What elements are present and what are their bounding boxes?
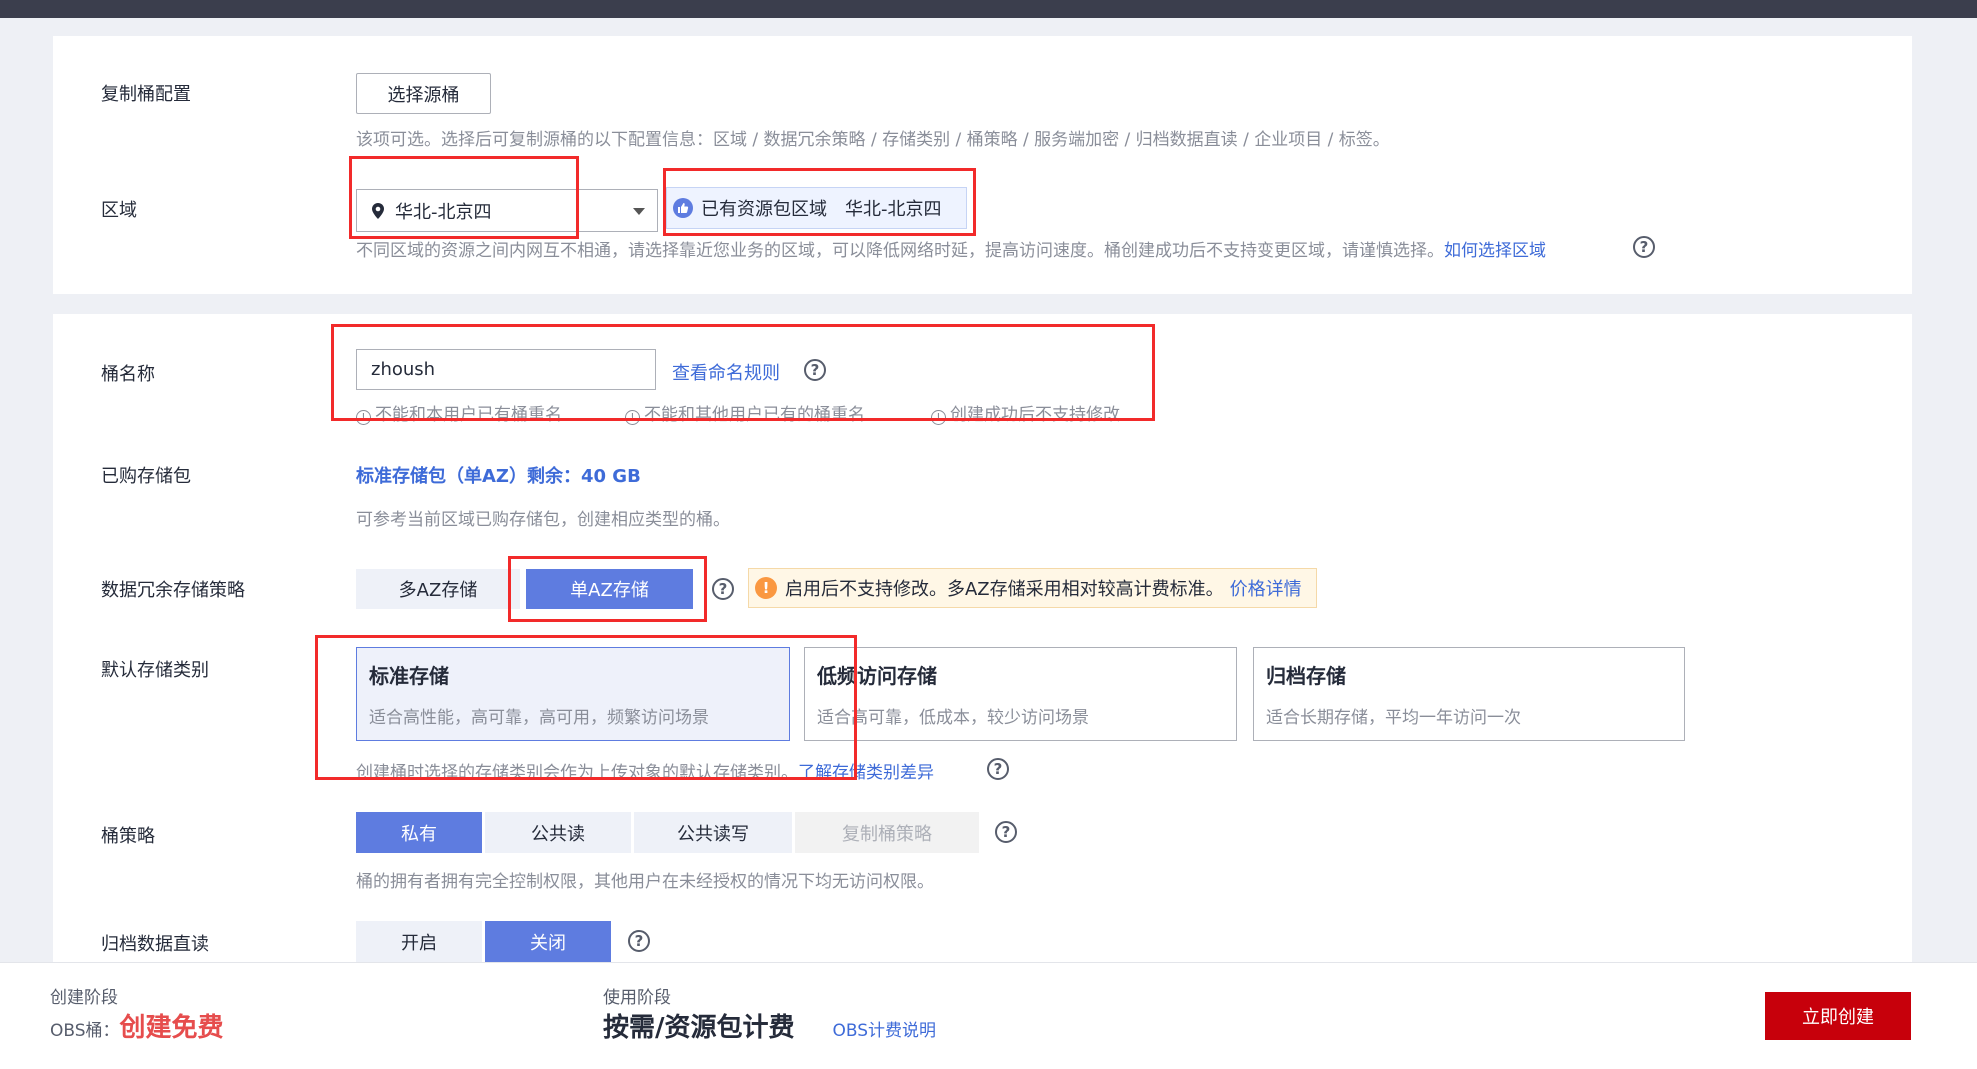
create-stage-label: 创建阶段 (50, 988, 118, 1008)
obs-create-price: OBS桶： 创建免费 (50, 1007, 224, 1044)
top-bar (0, 0, 1977, 18)
policy-private-option[interactable]: 私有 (356, 812, 482, 853)
storage-card-infrequent[interactable]: 低频访问存储 适合高可靠，低成本，较少访问场景 (804, 647, 1237, 741)
card-title: 标准存储 (369, 664, 449, 688)
select-source-bucket-button[interactable]: 选择源桶 (356, 73, 491, 114)
thumbs-up-icon (673, 198, 693, 218)
region-help-icon[interactable]: ? (1633, 236, 1655, 258)
footer-bar: 创建阶段 OBS桶： 创建免费 使用阶段 按需/资源包计费 OBS计费说明 立即… (0, 962, 1977, 1069)
rule-text: 创建成功后不支持修改 (950, 405, 1120, 425)
use-stage-label: 使用阶段 (603, 988, 671, 1008)
info-icon: ! (625, 410, 640, 425)
info-icon: ! (931, 410, 946, 425)
storage-class-hint-text: 创建桶时选择的存储类别会作为上传对象的默认存储类别。 (356, 763, 798, 783)
naming-rules-link[interactable]: 查看命名规则 (672, 359, 780, 385)
region-label: 区域 (101, 200, 137, 221)
location-pin-icon (372, 202, 384, 219)
card-title: 归档存储 (1266, 664, 1346, 688)
storage-class-label: 默认存储类别 (101, 660, 209, 681)
bucket-name-help-icon[interactable]: ? (804, 359, 826, 381)
how-to-choose-region-link[interactable]: 如何选择区域 (1444, 241, 1546, 261)
region-select[interactable]: 华北-北京四 (356, 189, 658, 232)
region-panel: 复制桶配置 选择源桶 该项可选。选择后可复制源桶的以下配置信息：区域 / 数据冗… (53, 36, 1912, 294)
policy-label: 桶策略 (101, 826, 155, 847)
chevron-down-icon (633, 208, 645, 215)
archive-read-label: 归档数据直读 (101, 934, 209, 955)
storage-class-help-icon[interactable]: ? (987, 758, 1009, 780)
card-desc: 适合高性能，高可靠，高可用，频繁访问场景 (369, 708, 709, 728)
bucket-name-rule-2: ! 不能和其他用户已有的桶重名 (625, 400, 865, 425)
package-hint: 可参考当前区域已购存储包，创建相应类型的桶。 (356, 510, 730, 530)
policy-public-read-write-option[interactable]: 公共读写 (634, 812, 792, 853)
single-az-option[interactable]: 单AZ存储 (526, 569, 693, 609)
region-selected-value: 华北-北京四 (395, 201, 492, 223)
policy-hint: 桶的拥有者拥有完全控制权限，其他用户在未经授权的情况下均无访问权限。 (356, 872, 934, 892)
region-hint: 不同区域的资源之间内网互不相通，请选择靠近您业务的区域，可以降低网络时延，提高访… (356, 236, 1546, 261)
multi-az-option[interactable]: 多AZ存储 (356, 569, 520, 609)
region-hint-text: 不同区域的资源之间内网互不相通，请选择靠近您业务的区域，可以降低网络时延，提高访… (356, 241, 1444, 261)
rule-text: 不能和其他用户已有的桶重名 (644, 405, 865, 425)
billing-link[interactable]: OBS计费说明 (833, 1016, 937, 1041)
card-desc: 适合高可靠，低成本，较少访问场景 (817, 708, 1089, 728)
archive-read-on-option[interactable]: 开启 (356, 921, 482, 962)
price-details-link[interactable]: 价格详情 (1230, 575, 1302, 601)
badge-region: 华北-北京四 (845, 199, 942, 220)
storage-class-hint: 创建桶时选择的存储类别会作为上传对象的默认存储类别。了解存储类别差异 (356, 758, 934, 783)
create-free-text: 创建免费 (119, 1013, 224, 1043)
replica-label: 复制桶配置 (101, 84, 191, 105)
bucket-config-panel: 桶名称 查看命名规则 ? ! 不能和本用户已有桶重名 ! 不能和其他用户已有的桶重名… (53, 314, 1912, 964)
package-value: 标准存储包（单AZ）剩余：40 GB (356, 466, 641, 487)
obs-label: OBS桶： (50, 1021, 120, 1041)
storage-card-archive[interactable]: 归档存储 适合长期存储，平均一年访问一次 (1253, 647, 1685, 741)
bucket-name-input[interactable] (356, 349, 656, 390)
billing-text: 按需/资源包计费 (603, 1013, 795, 1043)
create-now-button[interactable]: 立即创建 (1765, 992, 1911, 1040)
redundancy-help-icon[interactable]: ? (712, 578, 734, 600)
rule-text: 不能和本用户已有桶重名 (375, 405, 562, 425)
card-title: 低频访问存储 (817, 664, 937, 688)
warning-icon: ! (755, 577, 777, 599)
policy-copy-option: 复制桶策略 (795, 812, 979, 853)
bucket-name-rule-1: ! 不能和本用户已有桶重名 (356, 400, 562, 425)
archive-read-off-option[interactable]: 关闭 (485, 921, 611, 962)
info-icon: ! (356, 410, 371, 425)
bucket-name-label: 桶名称 (101, 364, 155, 385)
package-label: 已购存储包 (101, 466, 191, 487)
billing-info: 按需/资源包计费 OBS计费说明 (603, 1007, 936, 1044)
storage-card-standard[interactable]: 标准存储 适合高性能，高可靠，高可用，频繁访问场景 (356, 647, 790, 741)
replica-hint: 该项可选。选择后可复制源桶的以下配置信息：区域 / 数据冗余策略 / 存储类别 … (356, 130, 1390, 150)
badge-text: 已有资源包区域 (701, 199, 827, 220)
redundancy-warning: ! 启用后不支持修改。多AZ存储采用相对较高计费标准。 价格详情 (748, 568, 1317, 608)
storage-class-diff-link[interactable]: 了解存储类别差异 (798, 763, 934, 783)
redundancy-label: 数据冗余存储策略 (101, 580, 245, 601)
bucket-name-rule-3: ! 创建成功后不支持修改 (931, 400, 1120, 425)
warning-text: 启用后不支持修改。多AZ存储采用相对较高计费标准。 (785, 579, 1224, 600)
archive-read-help-icon[interactable]: ? (628, 930, 650, 952)
policy-help-icon[interactable]: ? (995, 821, 1017, 843)
policy-public-read-option[interactable]: 公共读 (485, 812, 631, 853)
card-desc: 适合长期存储，平均一年访问一次 (1266, 708, 1521, 728)
resource-package-region-badge: 已有资源包区域 华北-北京四 (666, 187, 967, 229)
